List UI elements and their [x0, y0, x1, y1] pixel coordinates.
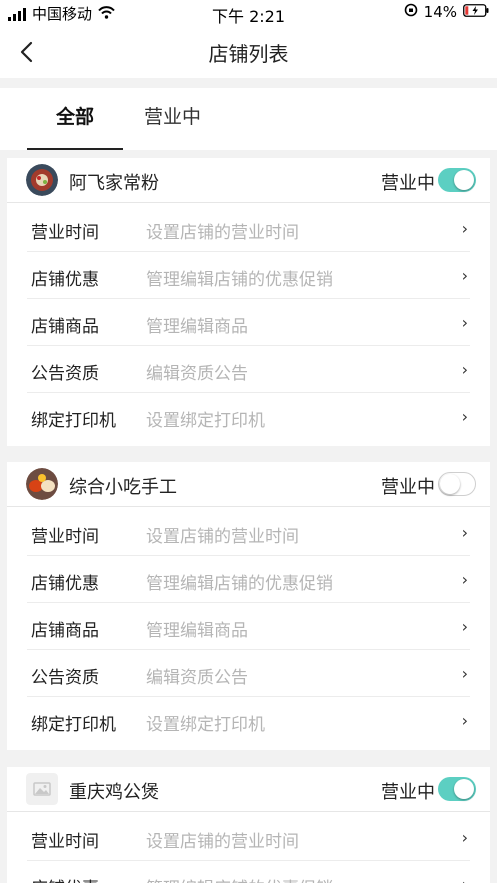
row-label: 店铺商品 [31, 621, 99, 641]
tab-open[interactable]: 营业中 [144, 102, 201, 150]
shop-name: 综合小吃手工 [69, 477, 177, 498]
row-label: 店铺优惠 [31, 574, 99, 594]
row-business-hours[interactable]: 营业时间 设置店铺的营业时间 › [27, 814, 470, 861]
row-label: 营业时间 [31, 527, 99, 547]
chevron-right-icon: › [461, 313, 468, 332]
status-bar: 中国移动 下午 2:21 14% [0, 0, 497, 26]
row-description: 设置店铺的营业时间 [146, 527, 299, 547]
shop-name: 阿飞家常粉 [69, 173, 159, 194]
row-description: 编辑资质公告 [146, 668, 248, 688]
battery-percent: 14% [423, 3, 457, 21]
row-label: 绑定打印机 [31, 715, 116, 735]
row-shop-products[interactable]: 店铺商品 管理编辑商品 › [27, 299, 470, 346]
row-business-hours[interactable]: 营业时间 设置店铺的营业时间 › [27, 205, 470, 252]
chevron-right-icon: › [462, 875, 468, 883]
toggle-knob [440, 474, 460, 494]
row-shop-products[interactable]: 店铺商品 管理编辑商品 › [27, 603, 470, 650]
open-status-label: 营业中 [381, 782, 435, 803]
row-description: 管理编辑店铺的优惠促销 [146, 874, 333, 883]
chevron-right-icon: › [461, 219, 468, 238]
battery-icon [463, 3, 489, 21]
chevron-right-icon: › [461, 617, 468, 636]
row-announcements[interactable]: 公告资质 编辑资质公告 › [27, 346, 470, 393]
row-bind-printer[interactable]: 绑定打印机 设置绑定打印机 › [27, 697, 470, 744]
shop-card-header: 阿飞家常粉 营业中 [7, 158, 490, 203]
row-bind-printer[interactable]: 绑定打印机 设置绑定打印机 › [27, 393, 470, 440]
status-right: 14% [404, 3, 489, 21]
row-description: 管理编辑店铺的优惠促销 [146, 270, 333, 290]
chevron-right-icon: › [461, 711, 468, 730]
chevron-right-icon: › [461, 664, 468, 683]
row-description: 管理编辑店铺的优惠促销 [146, 574, 333, 594]
chevron-right-icon: › [461, 828, 468, 847]
chevron-right-icon: › [461, 266, 468, 285]
orientation-lock-icon [404, 3, 418, 21]
row-label: 营业时间 [31, 832, 99, 852]
chevron-right-icon: › [461, 360, 468, 379]
row-business-hours[interactable]: 营业时间 设置店铺的营业时间 › [27, 509, 470, 556]
row-description: 编辑资质公告 [146, 364, 248, 384]
row-label: 营业时间 [31, 223, 99, 243]
shop-card: 阿飞家常粉 营业中 营业时间 设置店铺的营业时间 › 店铺优惠 管理编辑店铺的优惠促销… [7, 158, 490, 446]
row-description: 管理编辑商品 [146, 621, 248, 641]
row-shop-promotions[interactable]: 店铺优惠 管理编辑店铺的优惠促销 › [27, 861, 470, 883]
tab-all[interactable]: 全部 [27, 102, 123, 150]
shop-settings-list: 营业时间 设置店铺的营业时间 › 店铺优惠 管理编辑店铺的优惠促销 › 店铺商品 管理编辑… [7, 507, 490, 750]
row-label: 绑定打印机 [31, 411, 116, 431]
row-label: 店铺商品 [31, 317, 99, 337]
open-status-label: 营业中 [381, 477, 435, 498]
row-label: 店铺优惠 [31, 270, 99, 290]
open-toggle[interactable] [438, 777, 476, 801]
chevron-right-icon: › [461, 523, 468, 542]
shop-card: 综合小吃手工 营业中 营业时间 设置店铺的营业时间 › 店铺优惠 管理编辑店铺的优惠促… [7, 462, 490, 750]
row-description: 管理编辑商品 [146, 317, 248, 337]
open-toggle[interactable] [438, 168, 476, 192]
shop-settings-list: 营业时间 设置店铺的营业时间 › 店铺优惠 管理编辑店铺的优惠促销 › [7, 812, 490, 883]
chevron-right-icon: › [461, 407, 468, 426]
row-shop-promotions[interactable]: 店铺优惠 管理编辑店铺的优惠促销 › [27, 252, 470, 299]
page-title: 店铺列表 [208, 42, 289, 66]
chevron-right-icon: › [461, 570, 468, 589]
row-label: 公告资质 [31, 668, 99, 688]
open-status-label: 营业中 [381, 173, 435, 194]
toggle-knob [454, 779, 474, 799]
open-toggle[interactable] [438, 472, 476, 496]
shop-avatar [26, 773, 58, 805]
row-description: 设置绑定打印机 [146, 411, 265, 431]
toggle-knob [454, 170, 474, 190]
shop-settings-list: 营业时间 设置店铺的营业时间 › 店铺优惠 管理编辑店铺的优惠促销 › 店铺商品 管理编辑… [7, 203, 490, 446]
shop-avatar [26, 164, 58, 196]
shop-name: 重庆鸡公煲 [69, 782, 159, 803]
shop-avatar [26, 468, 58, 500]
shop-card-header: 综合小吃手工 营业中 [7, 462, 490, 507]
row-shop-promotions[interactable]: 店铺优惠 管理编辑店铺的优惠促销 › [27, 556, 470, 603]
row-description: 设置店铺的营业时间 [146, 832, 299, 852]
row-label: 店铺优惠 [31, 874, 99, 883]
row-label: 公告资质 [31, 364, 99, 384]
tab-bar: 全部 营业中 [0, 88, 497, 150]
shop-card: 重庆鸡公煲 营业中 营业时间 设置店铺的营业时间 › 店铺优惠 管理编辑店铺的优惠促销… [7, 767, 490, 883]
navigation-bar: 店铺列表 [0, 26, 497, 78]
shop-card-header: 重庆鸡公煲 营业中 [7, 767, 490, 812]
row-description: 设置店铺的营业时间 [146, 223, 299, 243]
row-description: 设置绑定打印机 [146, 715, 265, 735]
row-announcements[interactable]: 公告资质 编辑资质公告 › [27, 650, 470, 697]
